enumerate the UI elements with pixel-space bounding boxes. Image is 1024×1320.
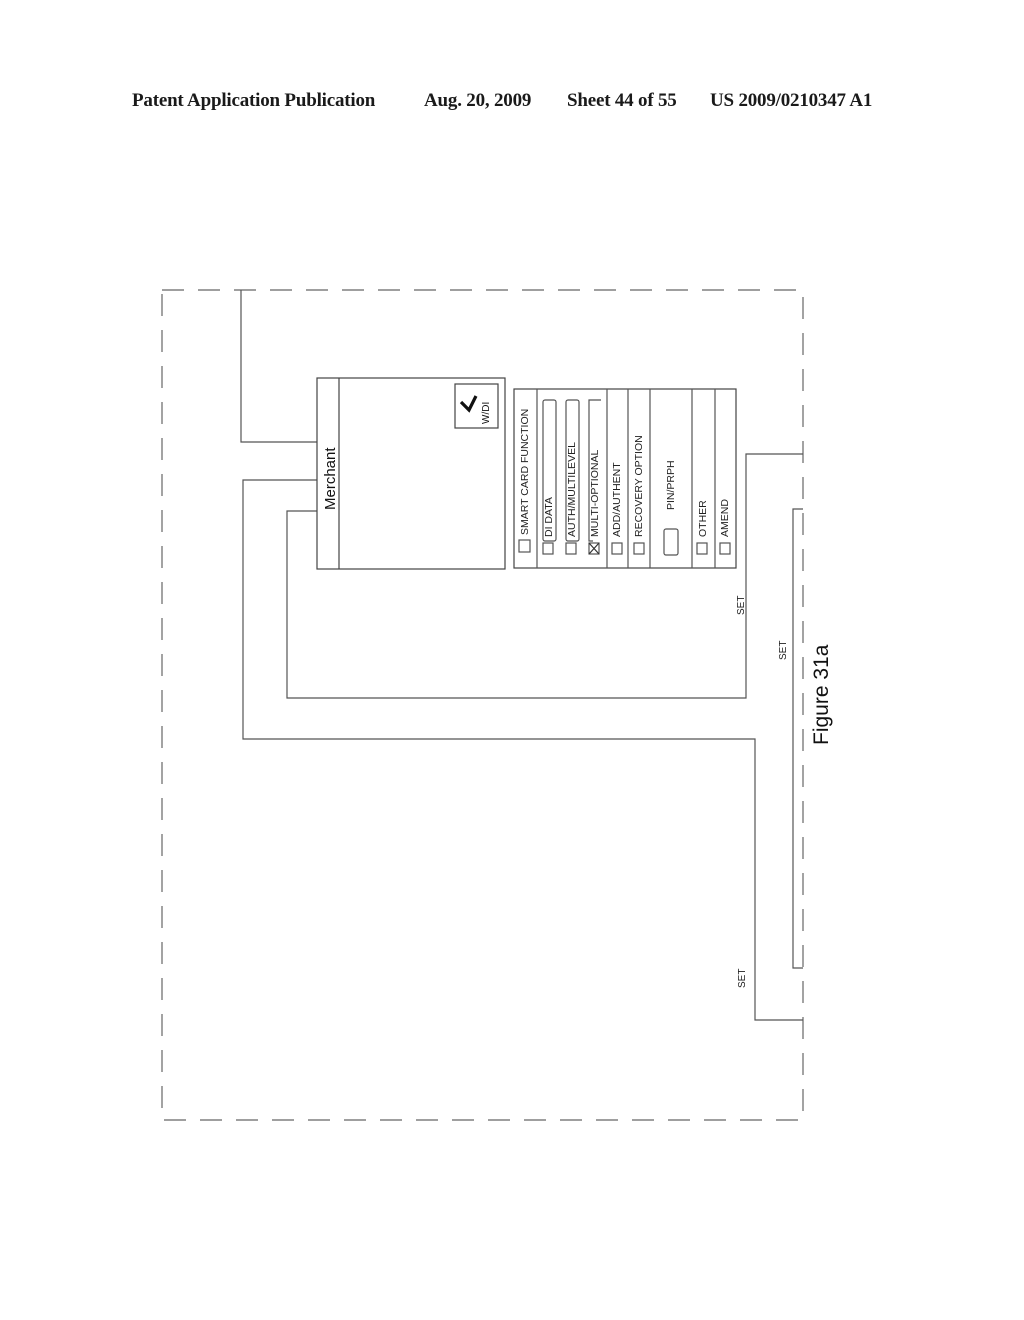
option-auth-multilevel: AUTH/MULTILEVEL xyxy=(566,442,578,537)
set-label-inner: SET xyxy=(736,595,747,615)
checkbox-add-authent[interactable] xyxy=(612,543,622,554)
connector-right xyxy=(792,508,803,969)
option-smart-card-function: SMART CARD FUNCTION xyxy=(519,408,531,535)
wdi-label: W/DI xyxy=(481,401,492,424)
connector-outer xyxy=(242,479,803,1021)
option-other: OTHER xyxy=(697,500,709,537)
checkbox-di-data[interactable] xyxy=(543,543,553,554)
option-recovery-option: RECOVERY OPTION xyxy=(633,435,645,537)
figure-caption: Figure 31a xyxy=(810,644,833,745)
option-add-authent: ADD/AUTHENT xyxy=(611,462,623,537)
checkbox-amend[interactable] xyxy=(720,543,730,554)
checkbox-other[interactable] xyxy=(697,543,707,554)
checkbox-multi-optional[interactable] xyxy=(589,543,599,554)
option-di-data: DI DATA xyxy=(543,497,555,537)
set-label-right: SET xyxy=(778,640,789,660)
checkbox-smart-card-function[interactable] xyxy=(519,540,530,552)
merchant-title: Merchant xyxy=(322,447,339,510)
option-amend: AMEND xyxy=(719,499,731,537)
checkbox-auth-multilevel[interactable] xyxy=(566,543,576,554)
option-pin-prph: PIN/PRPH xyxy=(665,460,677,510)
checkbox-recovery-option[interactable] xyxy=(634,543,644,554)
pin-prph-input[interactable] xyxy=(664,529,678,555)
set-label-outer: SET xyxy=(737,968,748,988)
connector-top xyxy=(240,290,317,443)
option-multi-optional: MULTI-OPTIONAL xyxy=(589,449,601,537)
figure-drawing xyxy=(161,289,804,1121)
connector-inner xyxy=(286,453,803,699)
